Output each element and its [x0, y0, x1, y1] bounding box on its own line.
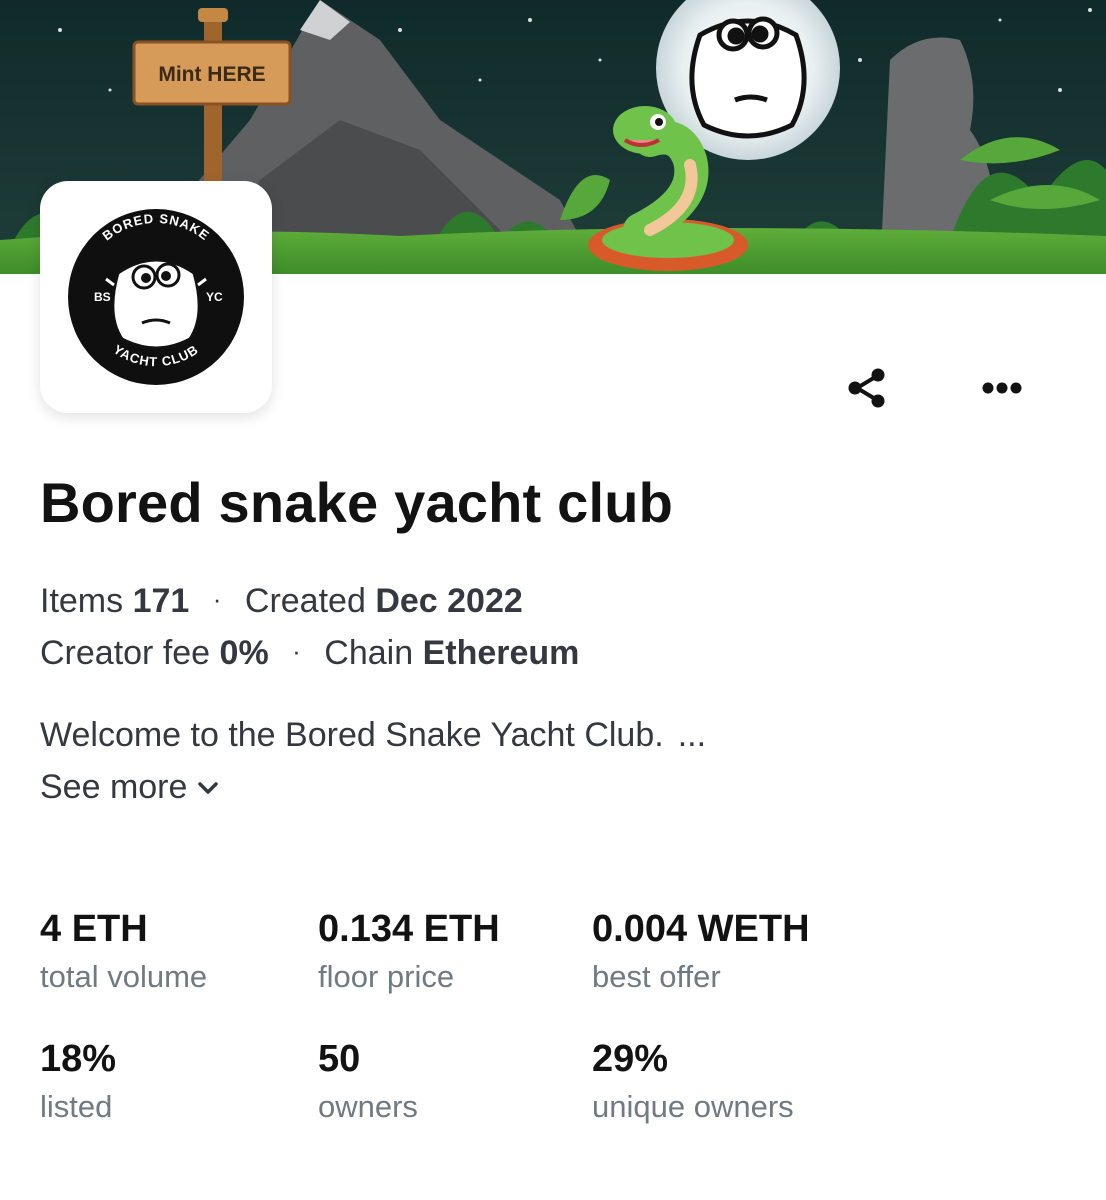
created-label: Created [244, 582, 366, 620]
chain-value: Ethereum [422, 634, 580, 672]
stat-listed: 18% listed [40, 1038, 116, 1125]
see-more-label: See more [40, 768, 188, 806]
stat-total-volume: 4 ETH total volume [40, 908, 207, 995]
collection-logo: BORED SNAKE YACHT CLUB BS YC [40, 181, 272, 413]
separator-dot: · [212, 584, 222, 614]
collection-title: Bored snake yacht club [40, 471, 674, 534]
chevron-down-icon [198, 781, 219, 794]
stat-best-offer: 0.004 WETH best offer [592, 908, 810, 995]
stat-value: 0.134 ETH [318, 908, 500, 950]
stat-label: total volume [40, 959, 208, 994]
logo-emblem: BORED SNAKE YACHT CLUB BS YC [68, 209, 244, 385]
collection-meta-row-2: Creator fee 0% · Chain Ethereum [40, 634, 579, 673]
created-value: Dec 2022 [375, 582, 523, 620]
stat-value: 0.004 WETH [592, 908, 810, 950]
stat-value: 18% [40, 1038, 117, 1080]
svg-text:BS: BS [94, 290, 111, 304]
stat-floor-price: 0.134 ETH floor price [318, 908, 500, 995]
description-text: Welcome to the Bored Snake Yacht Club. [40, 716, 664, 754]
stat-label: floor price [318, 959, 455, 994]
items-label: Items [40, 582, 124, 620]
svg-text:Mint HERE: Mint HERE [158, 63, 265, 86]
creator-fee-label: Creator fee [40, 634, 211, 672]
separator-dot: · [292, 636, 301, 666]
chain-label: Chain [324, 634, 414, 672]
items-value: 171 [132, 582, 190, 620]
stat-owners: 50 owners [318, 1038, 418, 1125]
moon-face [689, 16, 807, 139]
stat-unique-owners: 29% unique owners [592, 1038, 794, 1125]
svg-text:YC: YC [206, 290, 223, 304]
share-icon [848, 368, 885, 408]
stat-value: 4 ETH [40, 908, 148, 950]
more-options-button[interactable] [970, 356, 1034, 420]
stat-value: 29% [592, 1038, 669, 1080]
collection-meta-row-1: Items 171 · Created Dec 2022 [40, 582, 523, 621]
stat-value: 50 [318, 1038, 361, 1080]
description-ellipsis: ... [677, 716, 707, 754]
share-button[interactable] [835, 356, 899, 420]
see-more-button[interactable]: See more [40, 768, 219, 807]
stat-label: listed [40, 1089, 113, 1124]
stat-label: unique owners [592, 1089, 794, 1124]
snake-face-icon [105, 258, 207, 350]
collection-description: Welcome to the Bored Snake Yacht Club...… [40, 716, 706, 755]
stat-label: owners [318, 1089, 418, 1124]
stat-label: best offer [592, 959, 721, 994]
more-options-icon [982, 382, 1022, 394]
creator-fee-value: 0% [219, 634, 269, 672]
